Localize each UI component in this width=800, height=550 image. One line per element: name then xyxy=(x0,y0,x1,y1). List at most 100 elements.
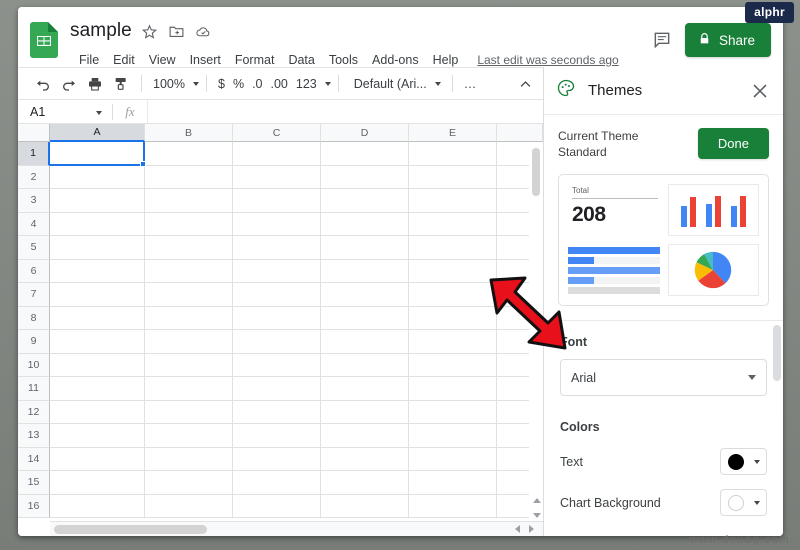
grid-cell[interactable] xyxy=(321,400,409,424)
grid-horizontal-scrollbar[interactable] xyxy=(50,521,505,536)
grid-cell[interactable] xyxy=(50,447,145,471)
grid-cell[interactable] xyxy=(50,259,145,283)
grid-row[interactable] xyxy=(50,306,543,330)
grid-cell[interactable] xyxy=(145,424,233,448)
close-icon[interactable] xyxy=(749,80,771,102)
grid-cell[interactable] xyxy=(321,424,409,448)
grid-cell[interactable] xyxy=(321,353,409,377)
grid-cell[interactable] xyxy=(321,212,409,236)
theme-preview-card[interactable]: Total 208 xyxy=(558,174,769,306)
grid-cell[interactable] xyxy=(233,306,321,330)
paint-format-icon[interactable] xyxy=(108,71,134,97)
grid-cell[interactable] xyxy=(409,189,497,213)
decrease-decimal-button[interactable]: .0 xyxy=(248,77,266,91)
grid-row[interactable] xyxy=(50,330,543,354)
grid-cell[interactable] xyxy=(233,189,321,213)
row-header-8[interactable]: 8 xyxy=(18,306,50,330)
increase-decimal-button[interactable]: .00 xyxy=(267,77,292,91)
grid-row[interactable] xyxy=(50,447,543,471)
grid-cell[interactable] xyxy=(145,400,233,424)
page-title[interactable]: sample xyxy=(70,20,132,42)
row-header-5[interactable]: 5 xyxy=(18,236,50,260)
grid-vertical-scrollbar[interactable] xyxy=(529,142,543,521)
grid-cell[interactable] xyxy=(321,447,409,471)
grid-cell[interactable] xyxy=(409,236,497,260)
scrollbar-thumb[interactable] xyxy=(532,148,540,196)
grid-cell[interactable] xyxy=(321,189,409,213)
column-header-a[interactable]: A xyxy=(50,124,145,142)
grid-cell[interactable] xyxy=(50,165,145,189)
grid-row[interactable] xyxy=(50,259,543,283)
grid-cell[interactable] xyxy=(233,236,321,260)
row-header-6[interactable]: 6 xyxy=(18,259,50,283)
redo-icon[interactable] xyxy=(56,71,82,97)
zoom-selector[interactable]: 100% xyxy=(149,77,199,91)
grid-cell[interactable] xyxy=(409,142,497,166)
grid-cell[interactable] xyxy=(145,353,233,377)
font-family-selector[interactable]: Default (Ari... xyxy=(346,77,445,91)
grid-cell[interactable] xyxy=(50,306,145,330)
grid-cell[interactable] xyxy=(50,400,145,424)
grid-row[interactable] xyxy=(50,424,543,448)
text-color-picker[interactable] xyxy=(720,448,767,475)
grid-row[interactable] xyxy=(50,353,543,377)
grid-cell[interactable] xyxy=(409,400,497,424)
grid-row[interactable] xyxy=(50,142,543,166)
grid-cell[interactable] xyxy=(145,236,233,260)
grid-cell[interactable] xyxy=(50,353,145,377)
print-icon[interactable] xyxy=(82,71,108,97)
scroll-right-icon[interactable] xyxy=(528,525,534,533)
grid-cell[interactable] xyxy=(50,189,145,213)
comment-icon[interactable] xyxy=(649,27,675,53)
grid-cell[interactable] xyxy=(233,283,321,307)
grid-cell[interactable] xyxy=(145,212,233,236)
column-header-b[interactable]: B xyxy=(145,124,233,142)
row-header-10[interactable]: 10 xyxy=(18,353,50,377)
grid-cell[interactable] xyxy=(409,471,497,495)
grid-cell[interactable] xyxy=(409,165,497,189)
grid-cell[interactable] xyxy=(50,212,145,236)
column-header-e[interactable]: E xyxy=(409,124,497,142)
font-select[interactable]: Arial xyxy=(560,359,767,396)
row-header-14[interactable]: 14 xyxy=(18,447,50,471)
row-header-9[interactable]: 9 xyxy=(18,330,50,354)
row-header-13[interactable]: 13 xyxy=(18,424,50,448)
grid-cell[interactable] xyxy=(409,447,497,471)
name-box[interactable]: A1 xyxy=(18,100,112,123)
grid-cell[interactable] xyxy=(233,353,321,377)
grid-cell[interactable] xyxy=(409,212,497,236)
grid-row[interactable] xyxy=(50,212,543,236)
more-options-button[interactable]: … xyxy=(460,77,481,91)
grid-cell[interactable] xyxy=(409,353,497,377)
grid-cell[interactable] xyxy=(233,259,321,283)
grid-cell[interactable] xyxy=(50,236,145,260)
grid-cell[interactable] xyxy=(321,494,409,518)
share-button[interactable]: Share xyxy=(684,23,771,57)
grid-cell[interactable] xyxy=(233,400,321,424)
grid-cell[interactable] xyxy=(321,283,409,307)
grid-cell[interactable] xyxy=(233,330,321,354)
collapse-toolbar-icon[interactable] xyxy=(515,74,535,94)
grid-cell[interactable] xyxy=(409,424,497,448)
grid-cell[interactable] xyxy=(145,377,233,401)
grid-cell[interactable] xyxy=(233,471,321,495)
row-header-3[interactable]: 3 xyxy=(18,189,50,213)
grid-row[interactable] xyxy=(50,400,543,424)
scrollbar-thumb[interactable] xyxy=(54,525,207,534)
row-header-7[interactable]: 7 xyxy=(18,283,50,307)
grid-cell[interactable] xyxy=(50,494,145,518)
number-format-selector[interactable]: 123 xyxy=(292,77,331,91)
column-header-c[interactable]: C xyxy=(233,124,321,142)
grid-cell[interactable] xyxy=(233,377,321,401)
grid-cell[interactable] xyxy=(145,259,233,283)
grid-cell[interactable] xyxy=(233,447,321,471)
grid-cell[interactable] xyxy=(321,306,409,330)
grid-cell[interactable] xyxy=(321,142,409,166)
scroll-up-icon[interactable] xyxy=(533,498,541,503)
row-header-12[interactable]: 12 xyxy=(18,400,50,424)
grid-cell[interactable] xyxy=(145,283,233,307)
percent-format-button[interactable]: % xyxy=(229,77,248,91)
grid-cell[interactable] xyxy=(145,165,233,189)
row-header-16[interactable]: 16 xyxy=(18,494,50,518)
grid-cell[interactable] xyxy=(145,142,233,166)
